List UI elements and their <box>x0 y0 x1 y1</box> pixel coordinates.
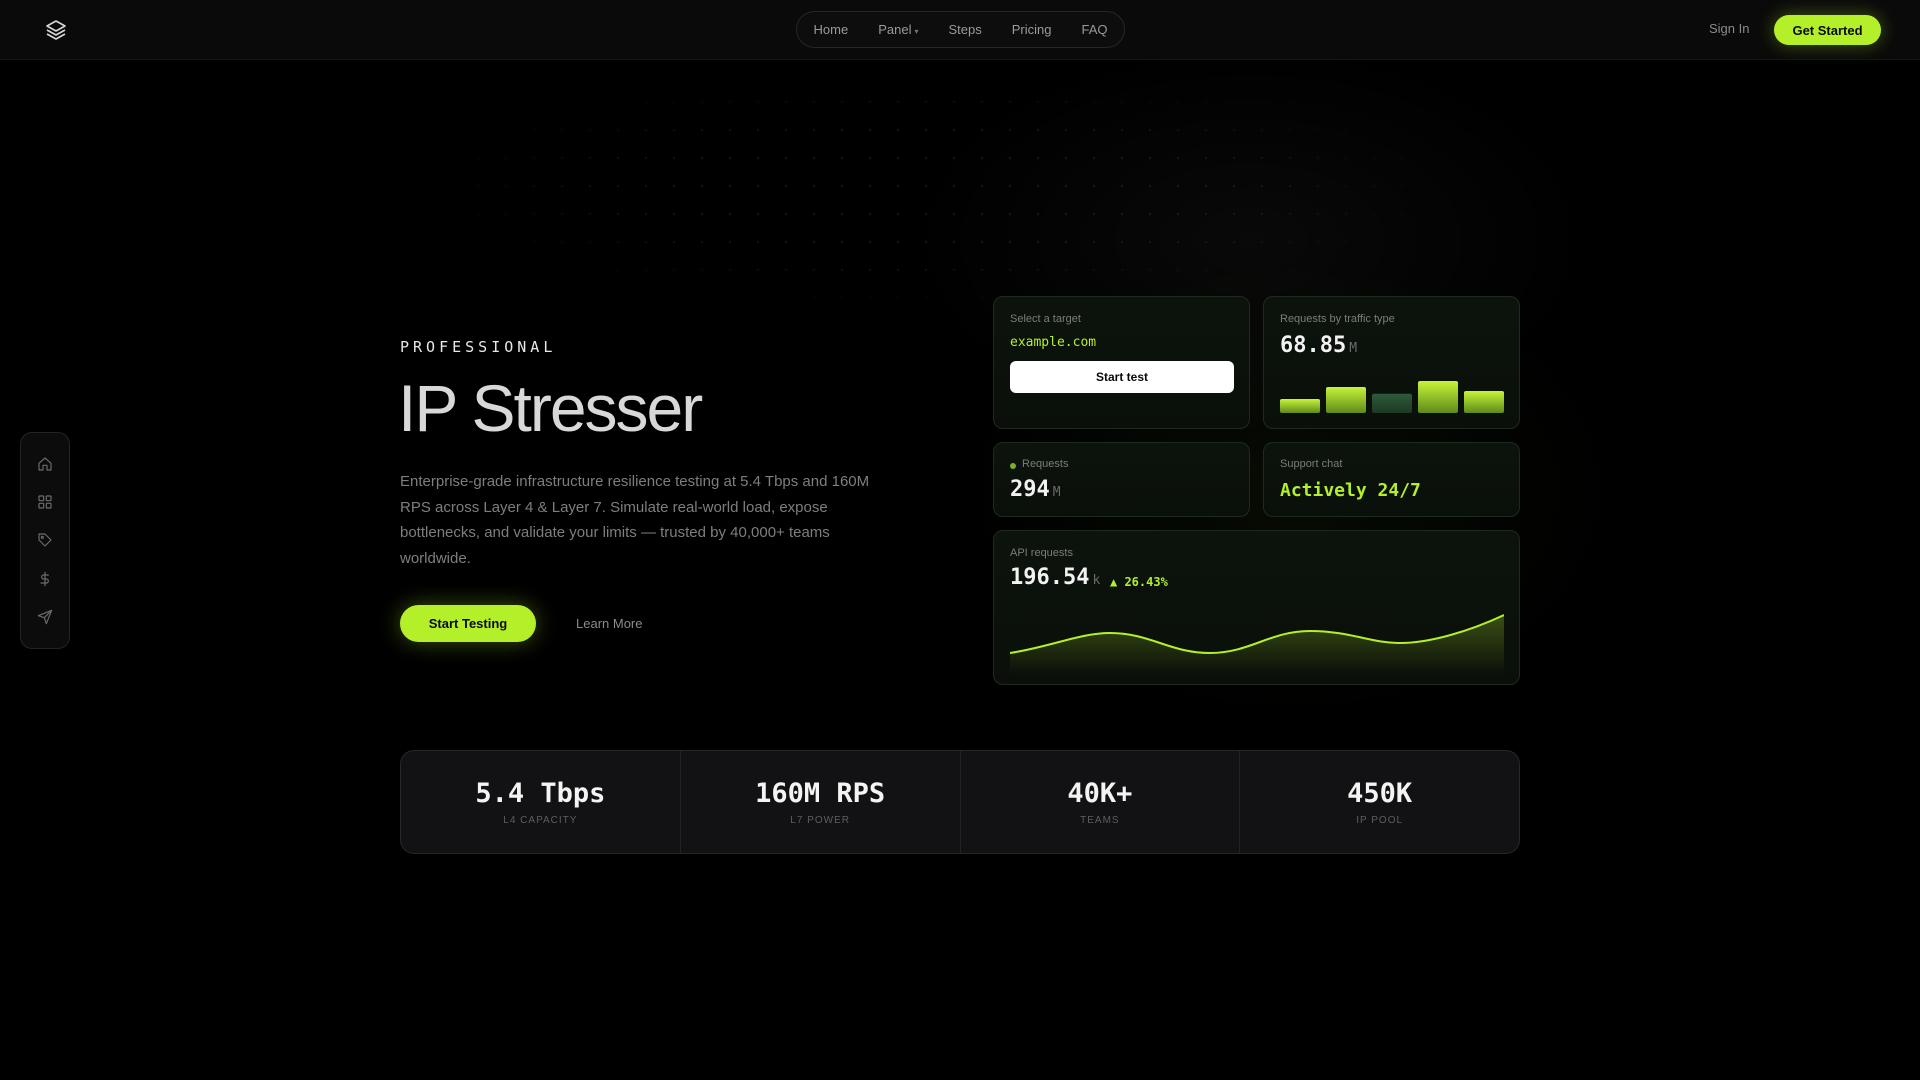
requests-label: Requests <box>1022 458 1069 470</box>
stat-value: 40K+ <box>1067 778 1133 809</box>
requests-card: Requests 294 M <box>993 442 1250 517</box>
logo-layers-icon[interactable] <box>44 18 68 42</box>
target-label: Select a target <box>1010 313 1081 325</box>
stat-teams: 40K+ TEAMS <box>961 751 1241 853</box>
main-nav: Home Panel ▾ Steps Pricing FAQ <box>796 11 1125 48</box>
api-requests-card: API requests 196.54 k ▲ 26.43% <box>993 530 1520 685</box>
support-value: Actively 24/7 <box>1280 480 1421 501</box>
support-card: Support chat Actively 24/7 <box>1263 442 1520 517</box>
hero-description: Enterprise-grade infrastructure resilien… <box>400 473 870 567</box>
top-navbar: Home Panel ▾ Steps Pricing FAQ Sign In Ge… <box>0 0 1920 60</box>
stat-label: IP POOL <box>1356 815 1404 826</box>
send-icon[interactable] <box>36 608 54 626</box>
dollar-icon[interactable] <box>36 570 54 588</box>
traffic-bar <box>1280 399 1320 413</box>
requests-number: 294 <box>1010 477 1050 502</box>
api-unit: k <box>1092 573 1101 588</box>
stats-strip: 5.4 Tbps L4 CAPACITY 160M RPS L7 POWER 4… <box>400 750 1520 854</box>
home-icon[interactable] <box>36 455 54 473</box>
requests-unit: M <box>1052 485 1061 500</box>
stat-value: 5.4 Tbps <box>475 778 606 809</box>
api-sparkline <box>1010 614 1504 675</box>
chevron-down-icon: ▾ <box>914 27 919 36</box>
stat-l7-power: 160M RPS L7 POWER <box>681 751 961 853</box>
get-started-button[interactable]: Get Started <box>1774 15 1881 45</box>
stat-label: L7 POWER <box>790 815 850 826</box>
stat-ip-pool: 450K IP POOL <box>1240 751 1519 853</box>
requests-value: 294 M <box>1010 477 1061 502</box>
api-label: API requests <box>1010 547 1073 559</box>
stat-label: L4 CAPACITY <box>503 815 578 826</box>
status-dot <box>1010 463 1016 469</box>
tag-icon[interactable] <box>36 531 54 549</box>
traffic-value: 68.85 M <box>1280 333 1357 358</box>
traffic-number: 68.85 <box>1280 333 1347 358</box>
api-delta-badge: ▲ 26.43% <box>1110 575 1168 589</box>
traffic-card: Requests by traffic type 68.85 M <box>1263 296 1520 429</box>
hero-eyebrow: PROFESSIONAL <box>400 338 557 356</box>
stat-value: 450K <box>1347 778 1413 809</box>
nav-pricing[interactable]: Pricing <box>997 22 1067 37</box>
start-testing-button[interactable]: Start Testing <box>400 605 536 642</box>
stat-l4-capacity: 5.4 Tbps L4 CAPACITY <box>401 751 681 853</box>
support-label: Support chat <box>1280 458 1343 470</box>
nav-faq[interactable]: FAQ <box>1066 22 1122 37</box>
traffic-bar <box>1464 391 1504 413</box>
nav-panel[interactable]: Panel ▾ <box>863 22 933 37</box>
nav-panel-label: Panel <box>878 22 912 37</box>
api-sparkline-area <box>1010 615 1504 675</box>
traffic-unit: M <box>1349 341 1358 356</box>
side-rail <box>20 432 70 649</box>
target-input[interactable]: example.com <box>1010 335 1096 350</box>
sign-in-link[interactable]: Sign In <box>1709 21 1749 36</box>
grid-icon[interactable] <box>36 493 54 511</box>
stat-label: TEAMS <box>1080 815 1120 826</box>
traffic-label: Requests by traffic type <box>1280 313 1395 325</box>
hero-title: IP Stresser <box>398 371 703 445</box>
target-card: Select a target example.com Start test <box>993 296 1250 429</box>
api-number: 196.54 <box>1010 565 1090 590</box>
learn-more-link[interactable]: Learn More <box>576 616 642 631</box>
nav-home[interactable]: Home <box>799 22 864 37</box>
stat-value: 160M RPS <box>755 778 886 809</box>
traffic-bar <box>1372 393 1412 413</box>
traffic-bar <box>1326 387 1366 413</box>
traffic-bar-chart <box>1280 381 1504 413</box>
traffic-bar <box>1418 381 1458 413</box>
start-test-button[interactable]: Start test <box>1010 361 1234 393</box>
nav-steps[interactable]: Steps <box>933 22 996 37</box>
api-value: 196.54 k <box>1010 565 1100 590</box>
